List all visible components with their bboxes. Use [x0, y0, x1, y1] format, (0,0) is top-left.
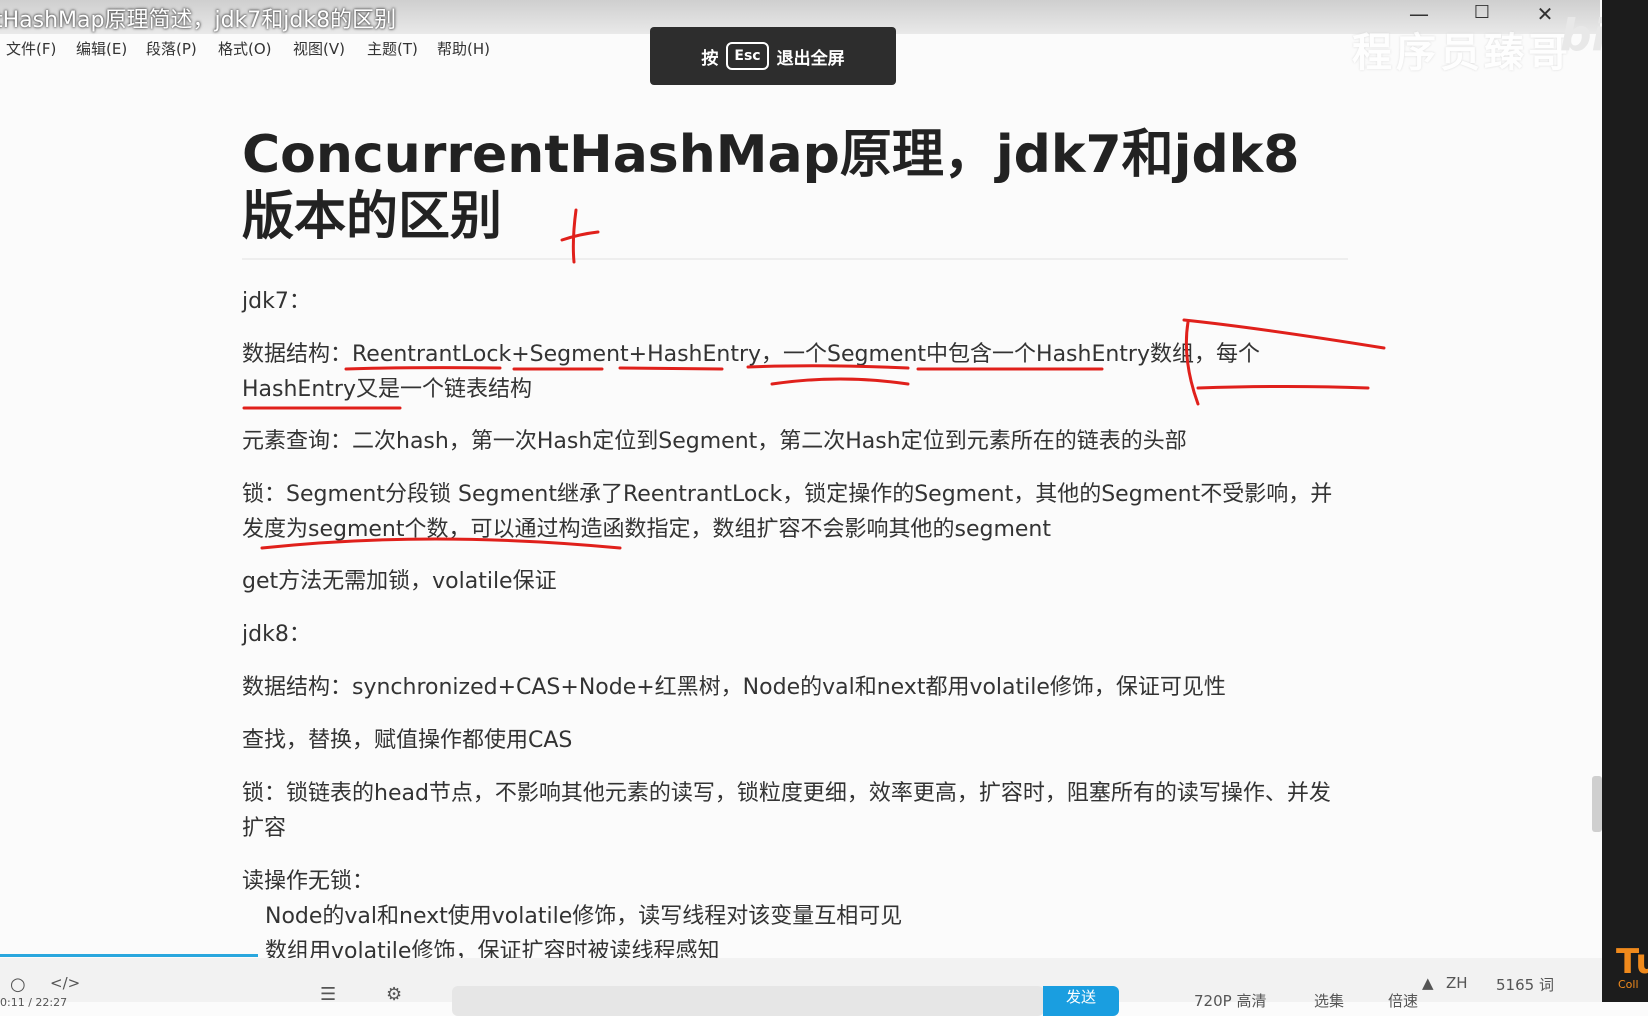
play-circle-icon[interactable]: ○ — [10, 974, 26, 995]
quality-button[interactable]: 720P 高清 — [1194, 990, 1266, 1011]
tu-sub-label: Coll — [1618, 978, 1639, 991]
paragraph-jdk7-structure: 数据结构：ReentrantLock+Segment+HashEntry，一个S… — [242, 342, 1260, 402]
paragraph-jdk8-read: 读操作无锁： — [242, 869, 375, 894]
right-side-strip — [1602, 0, 1648, 1002]
paragraph-jdk7: jdk7： — [242, 289, 311, 314]
language-indicator: ZH — [1446, 974, 1468, 992]
esc-key-icon: Esc — [726, 42, 769, 70]
menu-view[interactable]: 视图(V) — [293, 38, 345, 59]
paragraph-jdk8: jdk8： — [242, 622, 311, 647]
exit-fullscreen-hint: 按 Esc 退出全屏 — [650, 27, 896, 85]
video-time: 0:11 / 22:27 — [0, 996, 68, 1009]
paragraph-jdk8-read-node: Node的val和next使用volatile修饰，读写线程对该变量互相可见 — [265, 904, 903, 929]
menu-file[interactable]: 文件(F) — [6, 38, 56, 59]
word-count: 5165 词 — [1496, 976, 1554, 994]
tu-logo-icon: Tu — [1616, 942, 1648, 982]
video-progress-bar[interactable] — [0, 954, 258, 957]
speed-button[interactable]: 倍速 — [1388, 990, 1418, 1011]
menu-theme[interactable]: 主题(T) — [367, 38, 418, 59]
exit-fullscreen-label: 退出全屏 — [776, 48, 845, 69]
press-label: 按 — [701, 48, 719, 69]
menu-edit[interactable]: 编辑(E) — [76, 38, 127, 59]
paragraph-jdk8-lock: 锁：锁链表的head节点，不影响其他元素的读写，锁粒度更细，效率更高，扩容时，阻… — [242, 781, 1331, 841]
episodes-button[interactable]: 选集 — [1314, 990, 1344, 1011]
paragraph-jdk8-cas: 查找，替换，赋值操作都使用CAS — [242, 728, 573, 753]
scrollbar-thumb[interactable] — [1592, 776, 1602, 832]
code-icon[interactable]: </> — [50, 974, 80, 992]
paragraph-jdk8-structure: 数据结构：synchronized+CAS+Node+红黑树，Node的val和… — [242, 675, 1226, 700]
paragraph-jdk7-get: get方法无需加锁，volatile保证 — [242, 569, 557, 594]
warning-icon: ▲ — [1422, 974, 1434, 992]
channel-watermark: 程序员臻哥 — [1352, 30, 1572, 76]
title-divider — [242, 258, 1348, 260]
menu-format[interactable]: 格式(O) — [218, 38, 272, 59]
document-title: ConcurrentHashMap原理，jdk7和jdk8版本的区别 — [242, 125, 1300, 247]
paragraph-jdk7-query: 元素查询：二次hash，第一次Hash定位到Segment，第二次Hash定位到… — [242, 429, 1187, 454]
danmaku-input[interactable] — [452, 986, 1044, 1016]
menu-help[interactable]: 帮助(H) — [437, 38, 490, 59]
window-title: tHashMap原理简述，jdk7和jdk8的区别 — [0, 8, 397, 33]
paragraph-jdk7-lock: 锁：Segment分段锁 Segment继承了ReentrantLock，锁定操… — [242, 482, 1333, 542]
send-button[interactable]: 发送 — [1043, 986, 1119, 1016]
menu-paragraph[interactable]: 段落(P) — [146, 38, 197, 59]
